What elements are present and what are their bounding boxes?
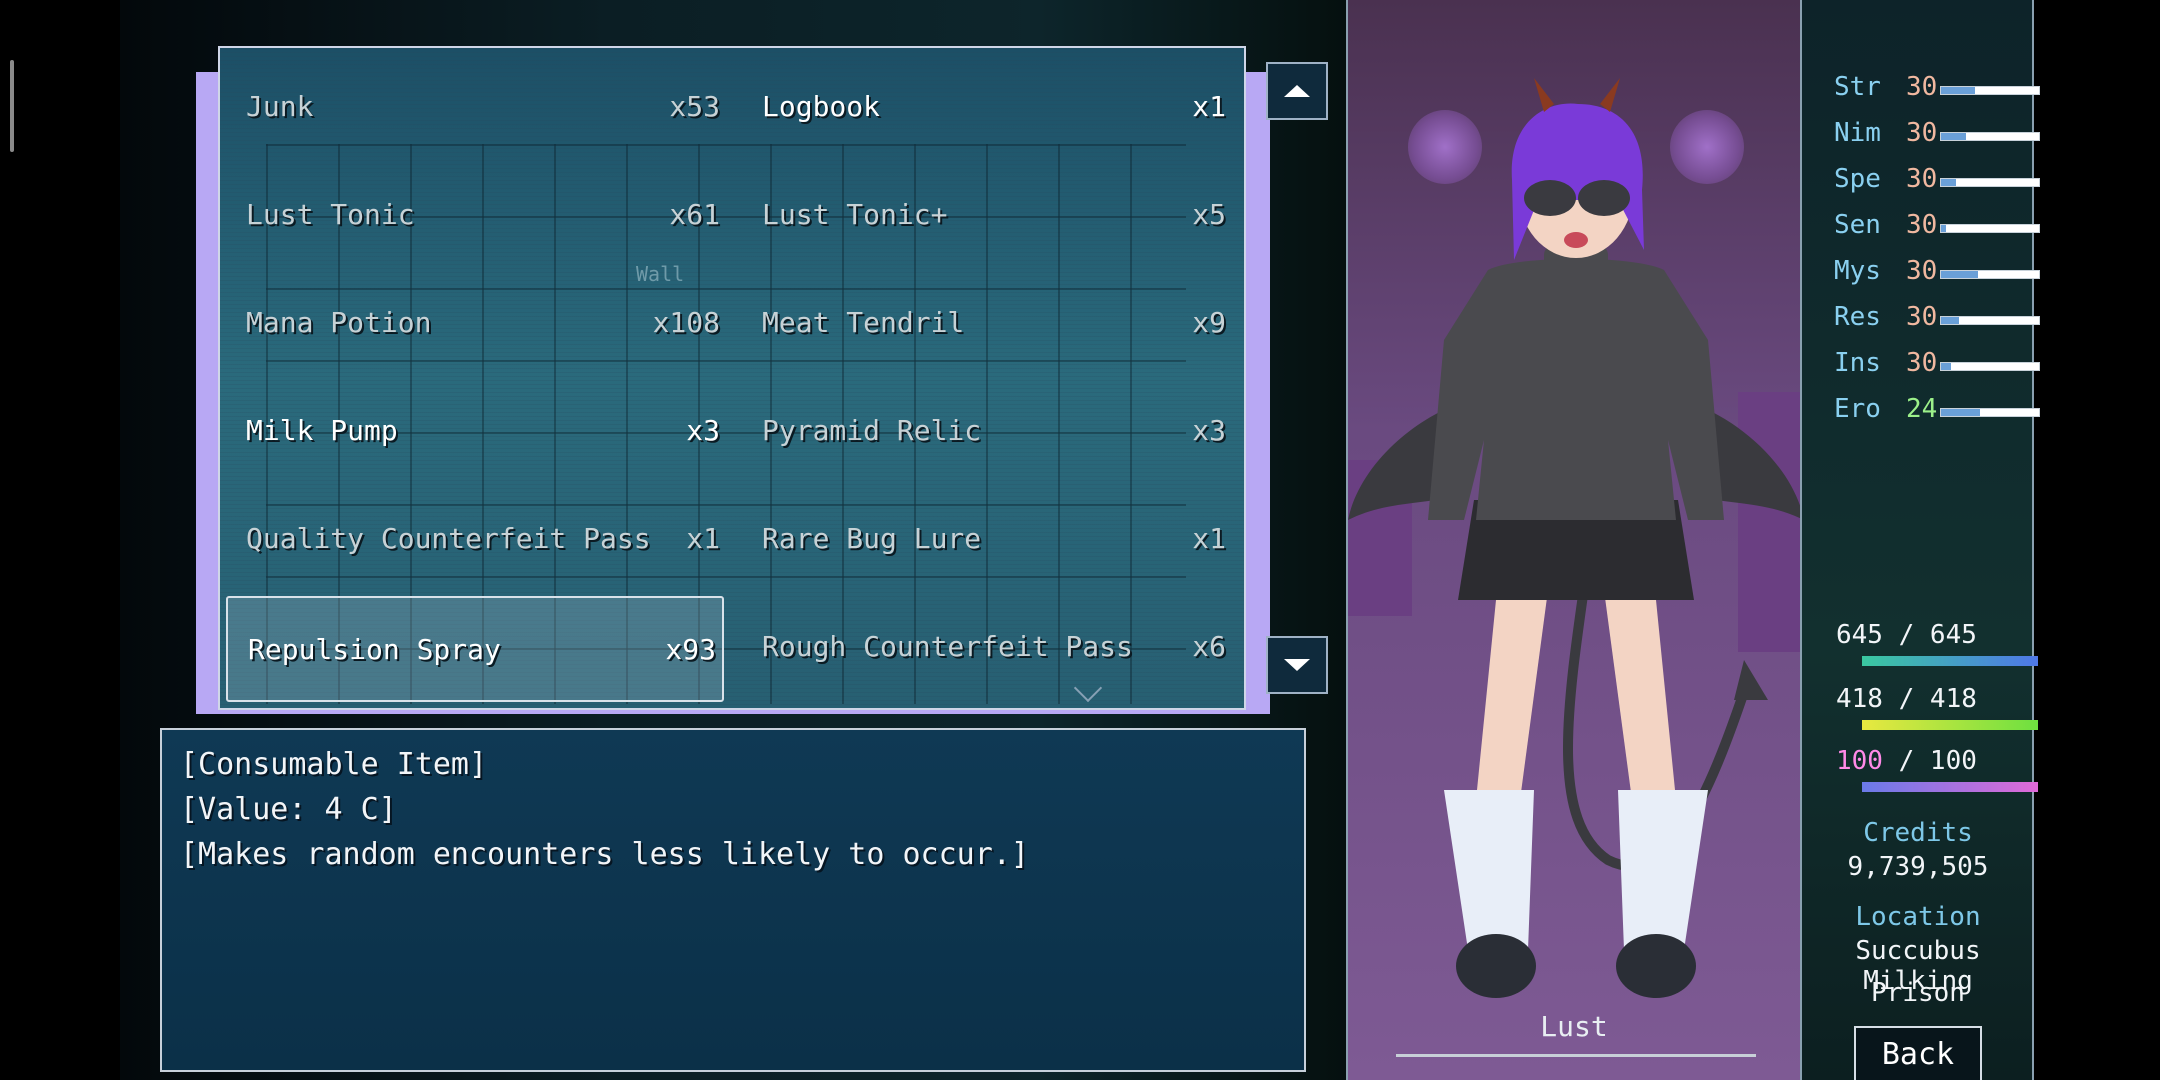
description-line-value: [Value: 4 C] [180,792,397,827]
location-label: Location [1855,902,1981,932]
inventory-item-meat-tendril[interactable]: Meat Tendril x9 [742,268,1232,376]
stat-bar [1940,362,2040,371]
item-qty: x53 [669,89,720,123]
lust-text: 100 / 100 [1836,746,1977,776]
stat-label: Str [1834,72,1881,102]
stat-value: 30 [1906,256,1938,286]
stat-label: Res [1834,302,1881,332]
location-line2: Prison [1871,978,1965,1008]
item-qty: x3 [686,413,720,447]
stat-nim: Nim 30 [1834,118,2044,148]
inventory-item-pyramid-relic[interactable]: Pyramid Relic x3 [742,376,1232,484]
credits-value: 9,739,505 [1847,852,1989,882]
stat-ins: Ins 30 [1834,348,2044,378]
inventory-item-lust-tonic[interactable]: Lust Tonic x61 [226,160,726,268]
item-name: Rare Bug Lure [762,521,982,555]
item-name: Rough Counterfeit Pass [762,629,1133,663]
inventory-item-quality-counterfeit-pass[interactable]: Quality Counterfeit Pass x1 [226,484,726,592]
stat-value: 30 [1906,164,1938,194]
item-qty: x1 [1192,89,1226,123]
stat-ero: Ero 24 [1834,394,2044,424]
stat-str: Str 30 [1834,72,2044,102]
item-name: Mana Potion [246,305,432,339]
item-name: Meat Tendril [762,305,965,339]
stat-bar [1940,178,2040,187]
stat-bar [1940,224,2040,233]
hp-gauge [1862,656,2038,666]
inventory-item-rough-counterfeit-pass[interactable]: Rough Counterfeit Pass x6 [742,592,1232,700]
credits-label: Credits [1863,818,1973,848]
stat-spe: Spe 30 [1834,164,2044,194]
arrow-up-icon [1284,85,1310,97]
stat-label: Spe [1834,164,1881,194]
inventory-item-logbook[interactable]: Logbook x1 [742,52,1232,160]
stat-res: Res 30 [1834,302,2044,332]
stat-sen: Sen 30 [1834,210,2044,240]
item-qty: x108 [652,305,720,339]
inventory-item-milk-pump[interactable]: Milk Pump x3 [226,376,726,484]
inventory-item-repulsion-spray[interactable]: Repulsion Spray x93 [226,596,724,702]
item-qty: x1 [686,521,720,555]
description-line-effect: [Makes random encounters less likely to … [180,837,1029,872]
stat-bar [1940,408,2040,417]
item-name: Junk [246,89,314,123]
stat-label: Nim [1834,118,1881,148]
lust-max: / 100 [1882,746,1977,776]
arrow-down-icon [1284,659,1310,671]
portrait-status-bar [1396,1054,1756,1057]
back-button[interactable]: Back [1854,1026,1982,1080]
item-name: Lust Tonic [246,197,415,231]
item-qty: x3 [1192,413,1226,447]
item-qty: x9 [1192,305,1226,339]
item-qty: x5 [1192,197,1226,231]
scroll-down-button[interactable] [1266,636,1328,694]
stat-label: Sen [1834,210,1881,240]
stat-mys: Mys 30 [1834,256,2044,286]
stat-label: Ero [1834,394,1881,424]
character-portrait [1348,78,1800,998]
item-name: Lust Tonic+ [762,197,948,231]
stat-label: Ins [1834,348,1881,378]
item-qty: x1 [1192,521,1226,555]
item-qty: x61 [669,197,720,231]
stat-value: 30 [1906,118,1938,148]
lust-current: 100 [1836,746,1883,776]
mp-text: 418 / 418 [1836,684,1977,714]
item-description-box: [Consumable Item] [Value: 4 C] [Makes ra… [160,728,1306,1072]
lust-gauge [1862,782,2038,792]
stat-bar [1940,86,2040,95]
inventory-item-lust-tonic-plus[interactable]: Lust Tonic+ x5 [742,160,1232,268]
inventory-item-junk[interactable]: Junk x53 [226,52,726,160]
item-qty: x6 [1192,629,1226,663]
item-name: Quality Counterfeit Pass [246,521,651,555]
item-name: Milk Pump [246,413,398,447]
item-name: Logbook [762,89,881,123]
character-portrait-panel: Lust [1346,0,1802,1080]
scroll-up-button[interactable] [1266,62,1328,120]
inventory-item-mana-potion[interactable]: Mana Potion x108 [226,268,726,376]
scroll-indicator [10,60,14,152]
inventory-item-rare-bug-lure[interactable]: Rare Bug Lure x1 [742,484,1232,592]
stat-bar [1940,316,2040,325]
portrait-status-label: Lust [1540,1010,1608,1043]
hp-text: 645 / 645 [1836,620,1977,650]
stat-label: Mys [1834,256,1881,286]
item-name: Pyramid Relic [762,413,982,447]
stat-value: 30 [1906,348,1938,378]
stat-value: 24 [1906,394,1938,424]
stat-value: 30 [1906,302,1938,332]
stat-bar [1940,270,2040,279]
stat-value: 30 [1906,72,1938,102]
mp-gauge [1862,720,2038,730]
stat-value: 30 [1906,210,1938,240]
item-qty: x93 [665,632,716,666]
description-line-type: [Consumable Item] [180,747,488,782]
stat-bar [1940,132,2040,141]
item-name: Repulsion Spray [248,632,501,666]
